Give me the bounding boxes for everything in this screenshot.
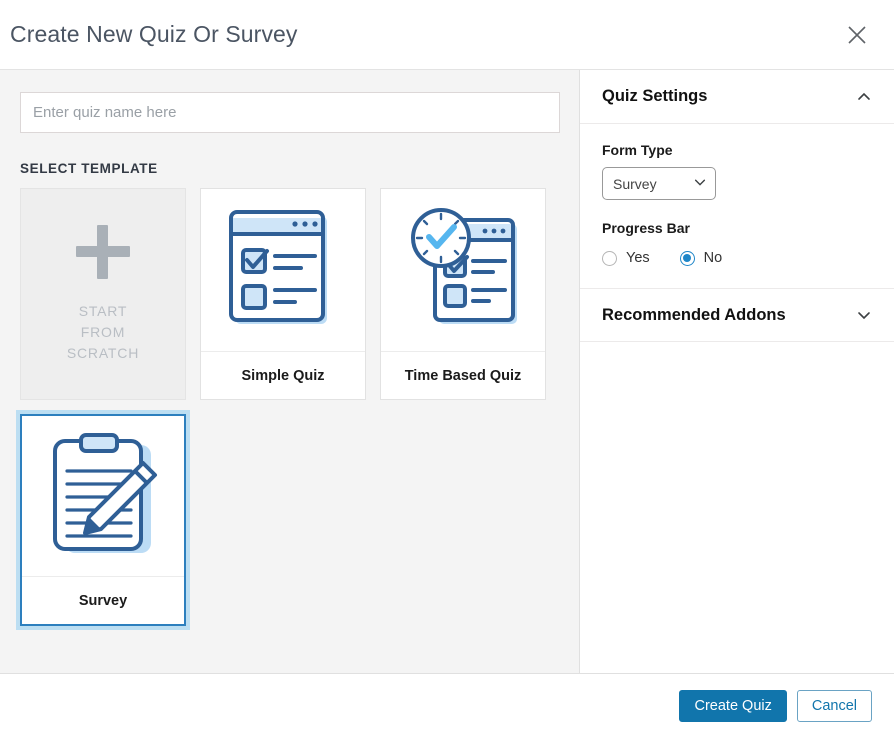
progress-bar-field: Progress Bar Yes No — [602, 220, 872, 266]
template-card-time-based-quiz[interactable]: Time Based Quiz — [380, 188, 546, 400]
scratch-label: START FROM SCRATCH — [67, 301, 139, 364]
dialog-header: Create New Quiz Or Survey — [0, 0, 894, 70]
progress-bar-label: Progress Bar — [602, 220, 690, 236]
cancel-button[interactable]: Cancel — [796, 690, 872, 722]
dialog-footer: Create Quiz Cancel — [0, 674, 894, 738]
template-grid: START FROM SCRATCH Simple Quiz Time Base… — [20, 188, 559, 626]
dialog-body: SELECT TEMPLATE START FROM SCRATCH — [0, 70, 894, 674]
browser-checklist-icon — [201, 189, 365, 351]
recommended-addons-title: Recommended Addons — [602, 305, 786, 324]
chevron-down-icon — [856, 307, 872, 323]
close-icon[interactable] — [842, 20, 872, 50]
form-type-value: Survey — [613, 175, 657, 192]
clipboard-pencil-icon — [22, 416, 184, 576]
scratch-label-line-2: FROM — [80, 323, 126, 340]
progress-bar-radio-yes[interactable]: Yes — [602, 250, 650, 266]
quiz-settings-content: Form Type Survey Progress Bar Yes No — [580, 124, 894, 288]
create-quiz-dialog: Create New Quiz Or Survey SELECT TEMPLAT… — [0, 0, 894, 738]
chevron-up-icon — [856, 89, 872, 105]
scratch-art: START FROM SCRATCH — [21, 189, 185, 399]
quiz-name-input[interactable] — [20, 92, 560, 133]
template-card-survey[interactable]: Survey — [20, 414, 186, 626]
template-label-time-based-quiz: Time Based Quiz — [381, 351, 545, 399]
form-type-label: Form Type — [602, 142, 673, 158]
progress-bar-radio-no[interactable]: No — [679, 250, 723, 266]
quiz-settings-title: Quiz Settings — [602, 87, 708, 105]
template-card-simple-quiz[interactable]: Simple Quiz — [200, 188, 366, 400]
radio-icon-yes — [602, 250, 617, 266]
chevron-down-icon — [693, 175, 707, 192]
form-type-select[interactable]: Survey — [602, 167, 716, 200]
template-pane: SELECT TEMPLATE START FROM SCRATCH — [0, 70, 580, 673]
select-template-label: SELECT TEMPLATE — [20, 161, 158, 176]
settings-pane: Quiz Settings Form Type Survey Progress … — [580, 70, 894, 673]
progress-bar-yes-label: Yes — [626, 250, 650, 266]
clock-browser-checklist-icon — [381, 189, 545, 351]
quiz-settings-header[interactable]: Quiz Settings — [580, 70, 894, 124]
template-label-survey: Survey — [22, 576, 184, 624]
scratch-label-line-3: SCRATCH — [66, 344, 140, 361]
template-card-scratch[interactable]: START FROM SCRATCH — [20, 188, 186, 400]
page-title: Create New Quiz Or Survey — [10, 21, 298, 47]
recommended-addons-header[interactable]: Recommended Addons — [580, 288, 894, 342]
progress-bar-radio-group: Yes No — [602, 250, 872, 266]
radio-icon-no — [679, 250, 695, 266]
plus-icon — [76, 224, 130, 279]
template-label-simple-quiz: Simple Quiz — [201, 351, 365, 399]
progress-bar-no-label: No — [703, 250, 723, 266]
create-quiz-button[interactable]: Create Quiz — [679, 690, 787, 722]
scratch-label-line-1: START — [78, 302, 128, 319]
